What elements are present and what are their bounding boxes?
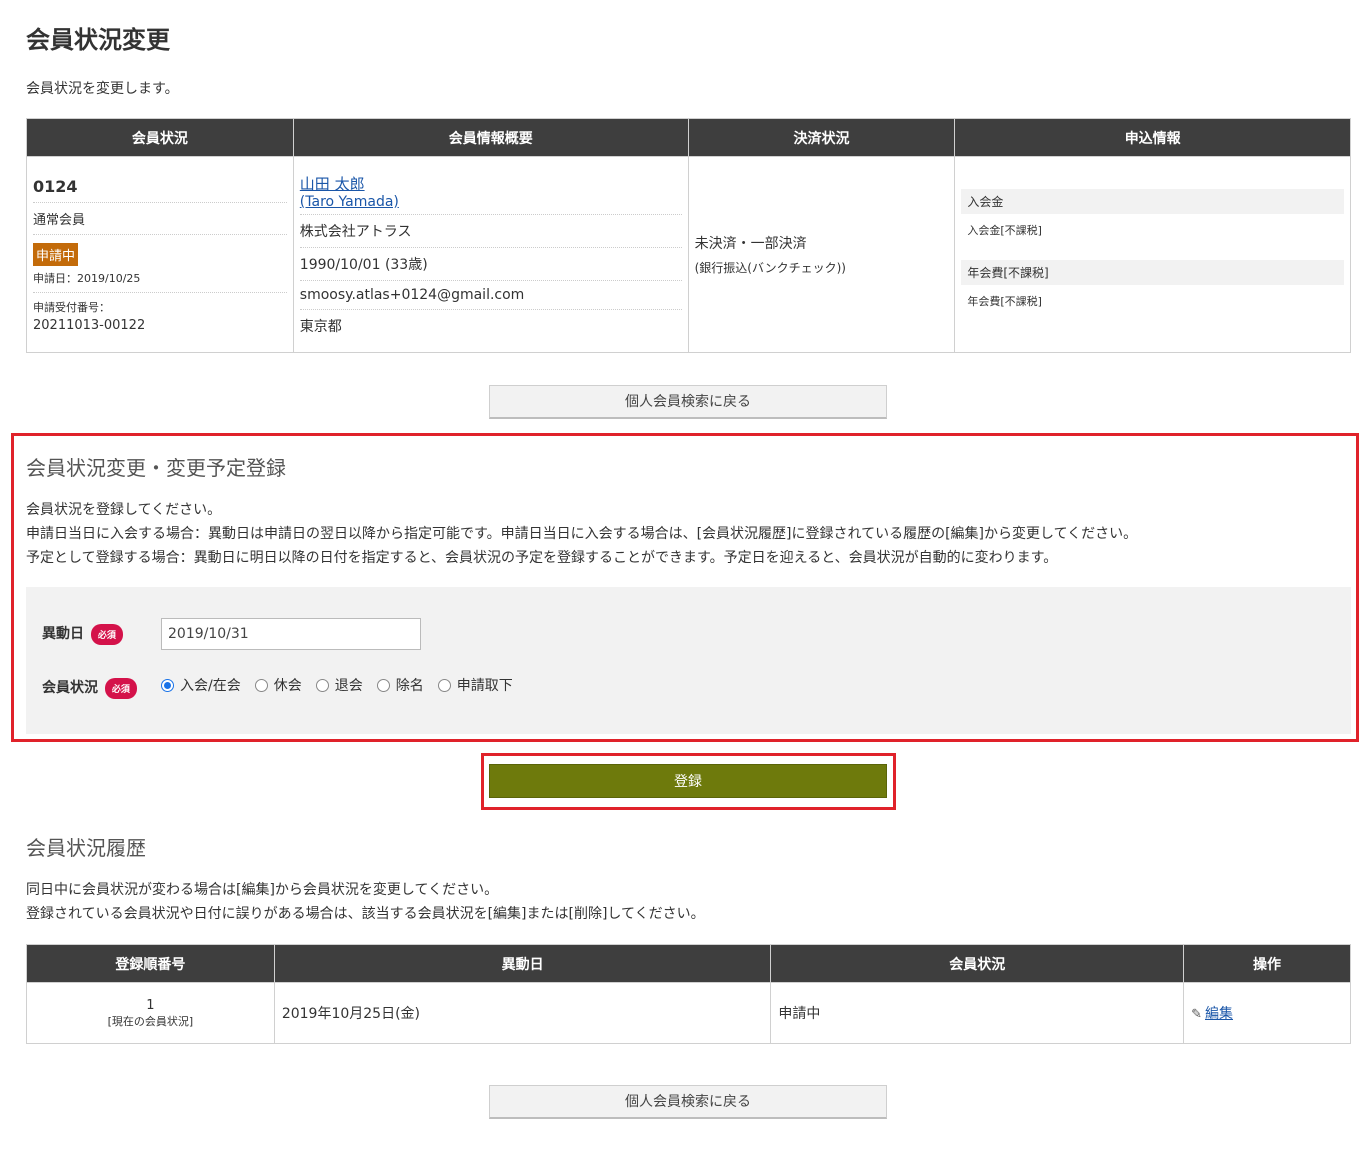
status-label-text: 会員状況 [42,680,98,696]
change-form: 異動日 必須 会員状況 必須 入会/在会 休会 退会 除名 申請取下 [26,587,1351,734]
apply-date: 申請日：2019/10/25 [33,266,287,293]
date-field-label: 異動日 必須 [42,623,123,645]
apply-number: 20211013-00122 [33,318,146,333]
edit-link[interactable]: 編集 [1205,1006,1233,1022]
change-section-description: 会員状況を登録してください。 申請日当日に入会する場合：異動日は申請日の翌日以降… [26,498,1137,570]
history-number: 1 [146,997,155,1013]
radio-option[interactable]: 申請取下 [437,675,513,695]
description-line: 会員状況を登録してください。 [26,502,222,518]
payment-cell: 未決済・一部決済 (銀行振込(バンクチェック)) [687,156,956,353]
member-type: 通常会員 [33,203,287,235]
radio-option[interactable]: 除名 [376,675,424,695]
application-cell: 入会金 入会金[不課税] 年会費[不課税] 年会費[不課税] [954,156,1351,353]
page-description: 会員状況を変更します。 [26,81,179,97]
history-table: 登録順番号 異動日 会員状況 操作 1 [現在の会員状況] 2019年10月25… [26,944,1351,1044]
page-title: 会員状況変更 [26,26,170,54]
history-title: 会員状況履歴 [26,836,146,860]
member-birth: 1990/10/01 (33歳) [299,248,682,281]
header-move-date: 異動日 [273,944,772,983]
header-member-summary: 会員情報概要 [292,118,689,157]
member-status-cell: 0124 通常会員 申請中 申請日：2019/10/25 申請受付番号： 202… [26,156,294,353]
member-prefecture: 東京都 [299,319,342,335]
payment-status: 未決済・一部決済 [694,236,807,252]
header-member-status: 会員状況 [26,118,294,157]
description-line: 予定として登録する場合：異動日に明日以降の日付を指定すると、会員状況の予定を登録… [26,550,1058,566]
header-register-order: 登録順番号 [26,944,275,983]
member-status-radio-group: 入会/在会 休会 退会 除名 申請取下 [161,675,527,695]
pencil-icon: ✎ [1191,1007,1202,1022]
history-action-cell: ✎ 編集 [1183,982,1351,1044]
description-line: 申請日当日に入会する場合：異動日は申請日の翌日以降から指定可能です。申請日当日に… [26,526,1138,542]
member-summary-cell: 山田 太郎 (Taro Yamada) 株式会社アトラス 1990/10/01 … [292,156,689,353]
radio-option[interactable]: 退会 [315,675,363,695]
back-to-search-button[interactable]: 個人会員検索に戻る [489,385,887,419]
member-info-table: 会員状況 会員情報概要 決済状況 申込情報 0124 通常会員 申請中 申請日：… [26,118,1351,353]
radio-option[interactable]: 入会/在会 [161,675,241,695]
member-name-link[interactable]: 山田 太郎 [300,175,365,193]
history-date: 2019年10月25日(金) [273,982,772,1044]
radio-option[interactable]: 休会 [254,675,302,695]
header-payment-status: 決済状況 [687,118,956,157]
member-email: smoosy.atlas+0124@gmail.com [299,281,682,310]
current-status-note: [現在の会員状況] [107,1014,194,1028]
change-section-title: 会員状況変更・変更予定登録 [26,456,286,480]
history-status: 申請中 [770,982,1185,1044]
member-company: 株式会社アトラス [299,215,682,248]
radio-unchecked-icon[interactable] [376,678,390,692]
radio-unchecked-icon[interactable] [315,678,329,692]
header-application-info: 申込情報 [954,118,1351,157]
date-label-text: 異動日 [42,626,84,642]
radio-checked-icon[interactable] [161,678,174,692]
table-row: 1 [現在の会員状況] 2019年10月25日(金) 申請中 ✎ 編集 [26,982,1351,1044]
table-row: 0124 通常会員 申請中 申請日：2019/10/25 申請受付番号： 202… [26,156,1351,353]
payment-method: (銀行振込(バンクチェック)) [694,261,846,275]
required-badge: 必須 [104,677,137,699]
application-value: 年会費[不課税] [967,295,1042,308]
back-to-search-button[interactable]: 個人会員検索に戻る [489,1085,887,1119]
application-value: 入会金[不課税] [967,224,1042,237]
move-date-input[interactable] [161,618,421,650]
description-line: 同日中に会員状況が変わる場合は[編集]から会員状況を変更してください。 [26,882,499,898]
status-field-label: 会員状況 必須 [42,677,137,699]
history-number-cell: 1 [現在の会員状況] [26,982,275,1044]
application-label: 年会費[不課税] [961,260,1344,285]
radio-unchecked-icon[interactable] [437,678,451,692]
apply-number-label: 申請受付番号： [33,301,110,314]
description-line: 登録されている会員状況や日付に誤りがある場合は、該当する会員状況を[編集]または… [26,906,705,922]
member-number: 0124 [33,177,287,203]
member-name-roman-link[interactable]: (Taro Yamada) [300,194,399,210]
header-action: 操作 [1183,944,1351,983]
status-badge: 申請中 [33,243,79,266]
application-label: 入会金 [961,189,1344,214]
radio-unchecked-icon[interactable] [254,678,268,692]
history-description: 同日中に会員状況が変わる場合は[編集]から会員状況を変更してください。 登録され… [26,878,705,926]
required-badge: 必須 [90,623,123,645]
register-button[interactable]: 登録 [489,764,887,798]
header-member-status: 会員状況 [770,944,1185,983]
